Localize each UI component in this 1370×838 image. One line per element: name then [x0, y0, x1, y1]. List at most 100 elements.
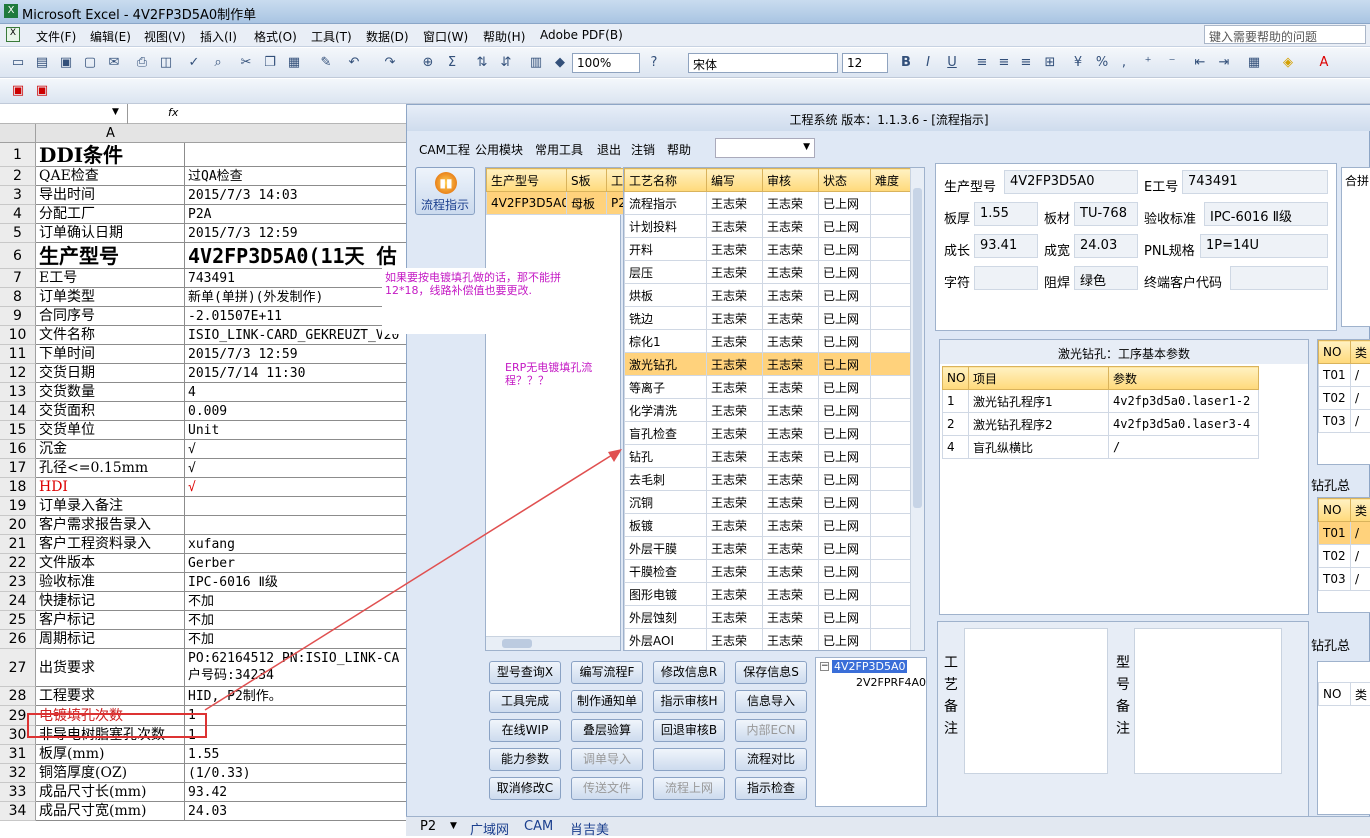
tool-cell[interactable]: T03: [1319, 410, 1351, 433]
process-cell[interactable]: 王志荣: [707, 514, 763, 537]
process-row[interactable]: 去毛刺王志荣王志荣已上网: [625, 468, 911, 491]
tab-p2[interactable]: P2: [414, 819, 442, 834]
row-number[interactable]: 5: [0, 224, 36, 243]
row-number[interactable]: 33: [0, 783, 36, 802]
process-cell[interactable]: 王志荣: [763, 445, 819, 468]
horizontal-scrollbar[interactable]: [486, 636, 620, 650]
action-button[interactable]: 工具完成: [489, 690, 561, 713]
model-cell[interactable]: 4V2FP3D5A0: [487, 192, 567, 215]
process-cell[interactable]: 已上网: [819, 606, 871, 629]
process-cell[interactable]: 王志荣: [707, 307, 763, 330]
decrease-decimal-icon[interactable]: ⁻: [1164, 55, 1180, 71]
process-cell[interactable]: [871, 215, 911, 238]
italic-icon[interactable]: I: [920, 55, 936, 71]
process-cell[interactable]: 层压: [625, 261, 707, 284]
row-number[interactable]: 16: [0, 440, 36, 459]
process-row[interactable]: 板镀王志荣王志荣已上网: [625, 514, 911, 537]
save-icon[interactable]: ▣: [58, 55, 74, 71]
tool-no-header[interactable]: NO: [1319, 341, 1351, 364]
customer-code-field[interactable]: [1230, 266, 1328, 290]
tool-cell[interactable]: /: [1351, 568, 1370, 591]
process-cell[interactable]: 王志荣: [707, 468, 763, 491]
process-button[interactable]: ▮▮ 流程指示: [415, 167, 475, 215]
action-button[interactable]: 信息导入: [735, 690, 807, 713]
tool-cell[interactable]: T03: [1319, 568, 1351, 591]
action-button[interactable]: 叠层验算: [571, 719, 643, 742]
action-button[interactable]: 制作通知单: [571, 690, 643, 713]
process-cell[interactable]: 已上网: [819, 238, 871, 261]
process-cell[interactable]: 王志荣: [763, 514, 819, 537]
cell-b[interactable]: 过QA检查: [185, 167, 407, 186]
process-cell[interactable]: 已上网: [819, 307, 871, 330]
params-cell[interactable]: 4: [943, 436, 969, 459]
process-cell[interactable]: 王志荣: [707, 284, 763, 307]
row-number[interactable]: 6: [0, 243, 36, 269]
process-cell[interactable]: [871, 606, 911, 629]
standard-field[interactable]: IPC-6016 Ⅱ级: [1204, 202, 1328, 226]
row-number[interactable]: 13: [0, 383, 36, 402]
action-button[interactable]: 型号查询X: [489, 661, 561, 684]
font-select[interactable]: 宋体: [688, 53, 838, 73]
email-icon[interactable]: ✉: [106, 55, 122, 71]
process-cell[interactable]: 王志荣: [707, 606, 763, 629]
params-cell[interactable]: 4v2fp3d5a0.laser3-4: [1109, 413, 1259, 436]
cell-b[interactable]: 2015/7/14 11:30: [185, 364, 407, 383]
process-cell[interactable]: 王志荣: [763, 215, 819, 238]
comma-icon[interactable]: ,: [1116, 55, 1132, 71]
cell-b[interactable]: 2015/7/3 14:03: [185, 186, 407, 205]
process-row[interactable]: 盲孔检查王志荣王志荣已上网: [625, 422, 911, 445]
format-painter-icon[interactable]: ✎: [318, 55, 334, 71]
process-cell[interactable]: 已上网: [819, 445, 871, 468]
cell-a[interactable]: 合同序号: [36, 307, 185, 326]
process-row[interactable]: 化学清洗王志荣王志荣已上网: [625, 399, 911, 422]
tool-cell[interactable]: /: [1351, 545, 1370, 568]
font-color-icon[interactable]: A: [1316, 55, 1332, 71]
tool-no-header[interactable]: NO: [1319, 499, 1351, 522]
cell-b[interactable]: IPC-6016 Ⅱ级: [185, 573, 407, 592]
process-row[interactable]: 棕化1王志荣王志荣已上网: [625, 330, 911, 353]
cell-a[interactable]: 交货数量: [36, 383, 185, 402]
tool-cell[interactable]: T01: [1319, 364, 1351, 387]
cell-b[interactable]: √: [185, 478, 407, 497]
tool-cell[interactable]: /: [1351, 387, 1370, 410]
cell-a[interactable]: 周期标记: [36, 630, 185, 649]
action-button[interactable]: [653, 748, 725, 771]
cell-b[interactable]: xufang: [185, 535, 407, 554]
process-cell[interactable]: 王志荣: [763, 629, 819, 652]
sort-desc-icon[interactable]: ⇵: [498, 55, 514, 71]
cell-b[interactable]: PO:62164512 PN:ISIO_LINK-CA户号码:34234: [185, 649, 407, 687]
cell-b[interactable]: [185, 516, 407, 535]
cell-b[interactable]: [185, 497, 407, 516]
cell-a[interactable]: 工程要求: [36, 687, 185, 706]
cell-b[interactable]: √: [185, 440, 407, 459]
process-row[interactable]: 干膜检查王志荣王志荣已上网: [625, 560, 911, 583]
process-cell[interactable]: 干膜检查: [625, 560, 707, 583]
process-cell[interactable]: [871, 445, 911, 468]
vertical-scrollbar[interactable]: [910, 168, 924, 650]
row-number[interactable]: 21: [0, 535, 36, 554]
row-number[interactable]: 22: [0, 554, 36, 573]
model-field[interactable]: 4V2FP3D5A0: [1004, 170, 1138, 194]
tool-type-header[interactable]: 类: [1351, 341, 1370, 364]
menu-exit[interactable]: 退出: [597, 141, 621, 158]
process-cell[interactable]: 沉铜: [625, 491, 707, 514]
fx-icon[interactable]: fx: [168, 106, 178, 119]
params-cell[interactable]: 2: [943, 413, 969, 436]
model-header[interactable]: 生产型号: [487, 169, 567, 192]
cell-b[interactable]: 不加: [185, 611, 407, 630]
align-left-icon[interactable]: ≡: [974, 55, 990, 71]
process-cell[interactable]: 已上网: [819, 537, 871, 560]
menu-edit[interactable]: 编辑(E): [90, 28, 131, 45]
process-cell[interactable]: [871, 491, 911, 514]
row-number[interactable]: 8: [0, 288, 36, 307]
tool-cell[interactable]: /: [1351, 364, 1370, 387]
cell-b[interactable]: -2.01507E+11: [185, 307, 407, 326]
cell-a[interactable]: 出货要求: [36, 649, 185, 687]
process-cell[interactable]: 王志荣: [763, 422, 819, 445]
process-cell[interactable]: 化学清洗: [625, 399, 707, 422]
row-number[interactable]: 25: [0, 611, 36, 630]
menu-common-module[interactable]: 公用模块: [475, 141, 523, 158]
action-button[interactable]: 内部ECN: [735, 719, 807, 742]
process-cell[interactable]: [871, 514, 911, 537]
row-number[interactable]: 18: [0, 478, 36, 497]
